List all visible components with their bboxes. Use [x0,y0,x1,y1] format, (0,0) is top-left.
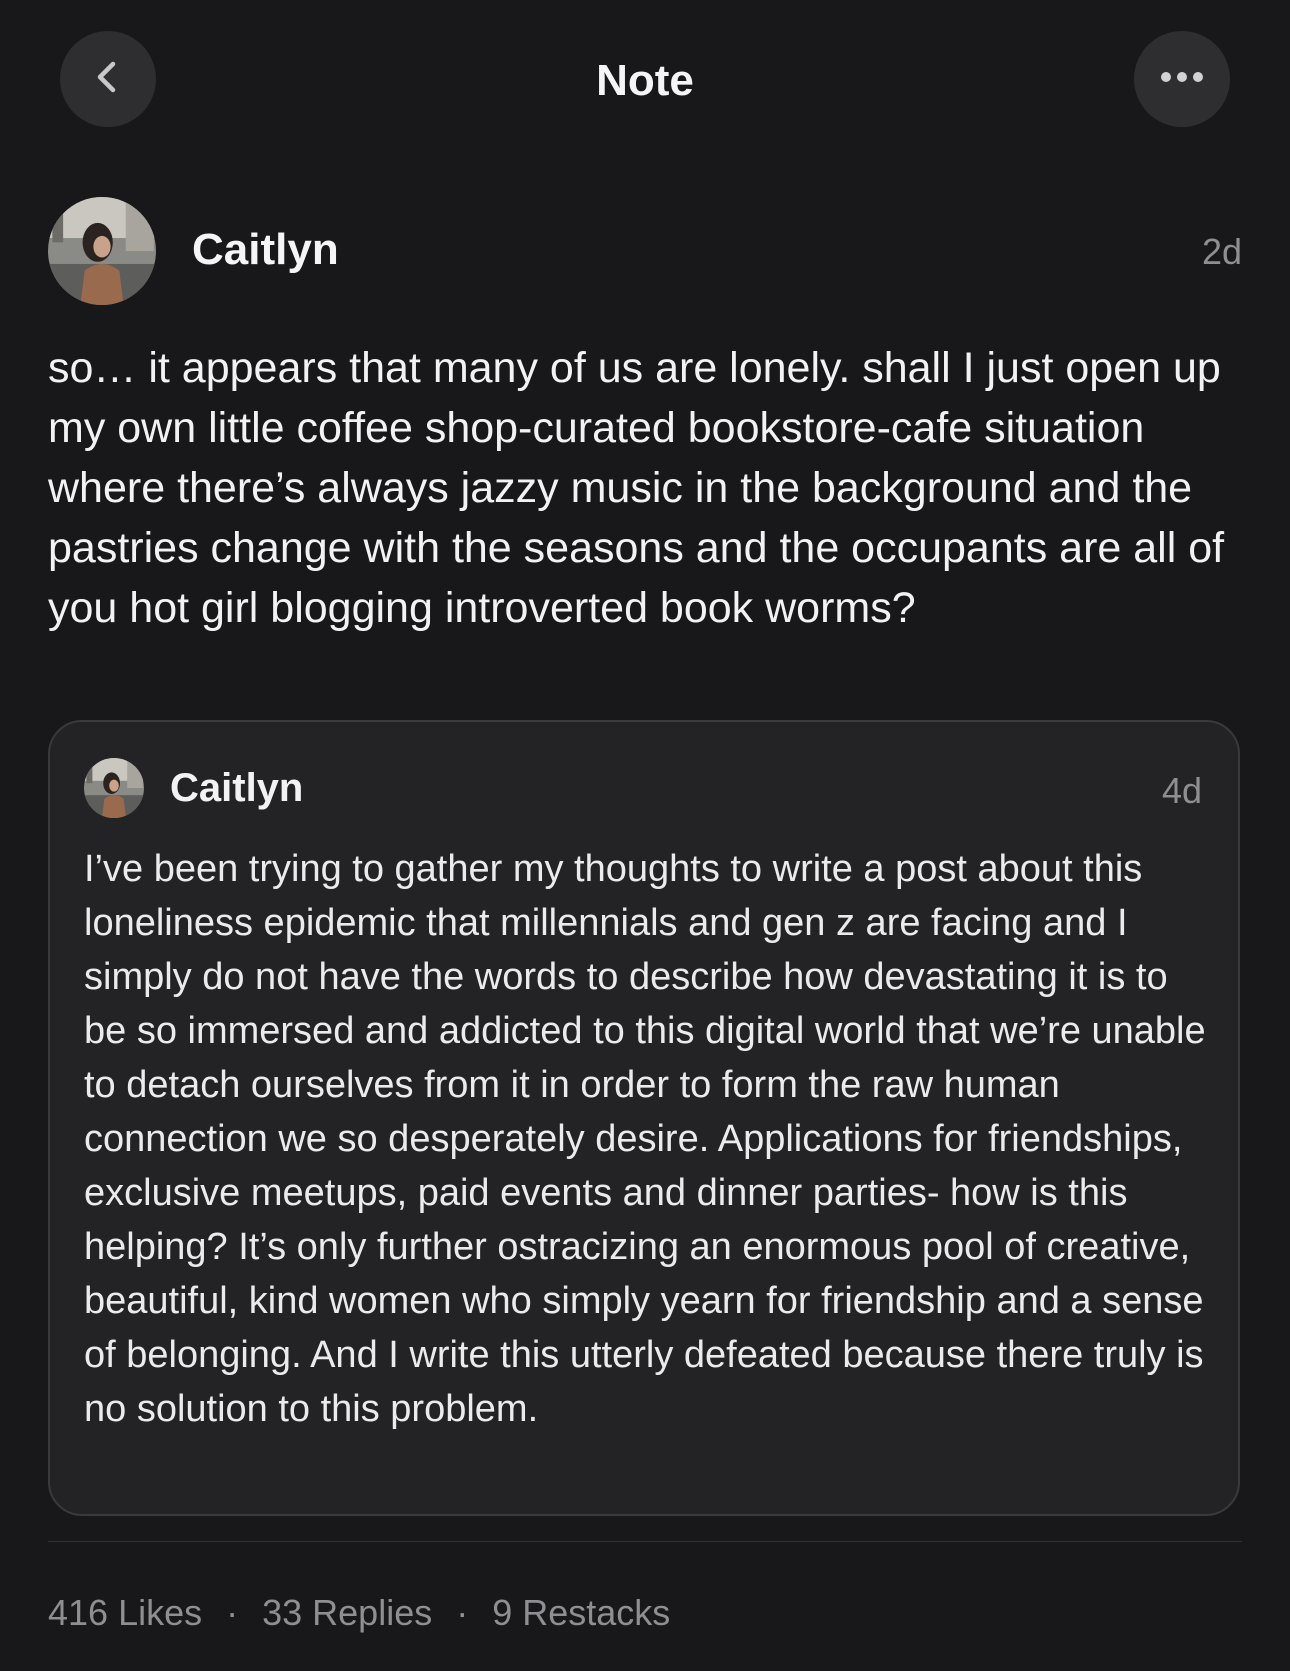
note-header: Caitlyn 2d [48,197,1242,307]
separator: · [226,1592,239,1633]
note-body: so… it appears that many of us are lonel… [48,344,1225,632]
divider [48,1541,1242,1542]
separator: · [456,1592,469,1633]
quoted-note-body: I’ve been trying to gather my thoughts t… [84,848,1206,1430]
replies-count[interactable]: 33 Replies [262,1592,432,1634]
likes-count[interactable]: 416 Likes [48,1592,202,1634]
avatar[interactable] [48,197,156,305]
restacks-count[interactable]: 9 Restacks [492,1592,670,1634]
page-title: Note [596,56,694,105]
avatar[interactable] [84,758,144,818]
more-options-button[interactable] [1134,31,1230,127]
quoted-timestamp: 4d [1161,770,1202,811]
note-timestamp: 2d [1201,231,1242,272]
engagement-stats: 416 Likes · 33 Replies · 9 Restacks [48,1592,670,1634]
top-bar: Note [0,0,1290,165]
author-name[interactable]: Caitlyn [192,225,339,275]
ellipsis-icon [1160,70,1204,88]
quoted-note-card[interactable]: Caitlyn 4d I’ve been trying to gather my… [48,720,1240,1516]
quoted-author-name[interactable]: Caitlyn [170,766,303,811]
